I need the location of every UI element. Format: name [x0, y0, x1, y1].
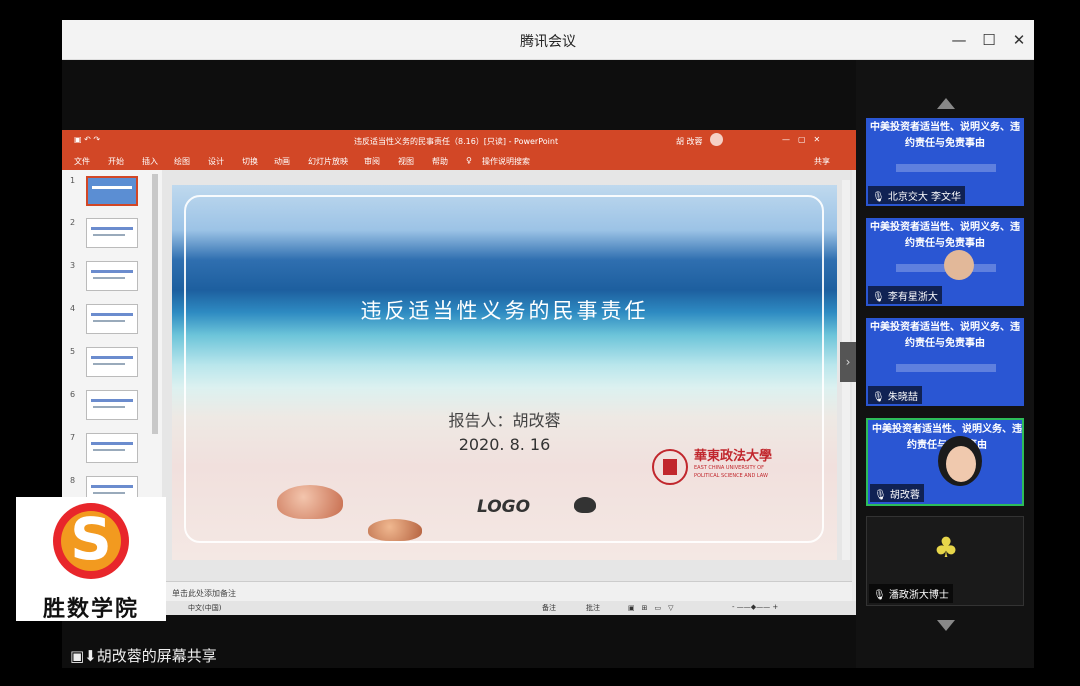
- tile-slide-text: 中美投资者适当性、说明义务、违约责任与免责事由: [870, 222, 1020, 249]
- slide-thumbnail[interactable]: [86, 433, 138, 463]
- view-buttons[interactable]: ▣ ⊞ ▭ ▽: [628, 603, 673, 613]
- participant-name: 🎙 胡改蓉: [870, 484, 924, 502]
- watermark-logo: S 胜数学院: [16, 497, 166, 622]
- university-logo: 華東政法大學 EAST CHINA UNIVERSITY OF POLITICA…: [650, 443, 790, 493]
- slide-number: 8: [70, 476, 76, 485]
- participant-name: 🎙 朱晓喆: [868, 386, 922, 404]
- tab-help[interactable]: 帮助: [432, 156, 448, 167]
- tab-design[interactable]: 设计: [208, 156, 224, 167]
- slide-number: 7: [70, 433, 76, 442]
- participant-tile[interactable]: 中美投资者适当性、说明义务、违约责任与免责事由 🎙 朱晓喆: [866, 318, 1024, 406]
- watermark-text: 胜数学院: [42, 597, 139, 622]
- participant-tile[interactable]: 中美投资者适当性、说明义务、违约责任与免责事由 🎙 李有星浙大: [866, 218, 1024, 306]
- participant-tile[interactable]: 中美投资者适当性、说明义务、违约责任与免责事由 🎙 北京交大 李文华: [866, 118, 1024, 206]
- slide-thumbnail[interactable]: [86, 390, 138, 420]
- save-icon[interactable]: ▣ ↶ ↷: [74, 135, 100, 144]
- tab-slideshow[interactable]: 幻灯片放映: [308, 156, 348, 167]
- microphone-icon: 🎙: [872, 292, 888, 303]
- slide-number: 5: [70, 347, 76, 356]
- scroll-up-icon[interactable]: [937, 98, 955, 109]
- tab-file[interactable]: 文件: [74, 156, 90, 167]
- share-button[interactable]: 共享: [814, 156, 830, 167]
- slide-number: 3: [70, 261, 76, 270]
- avatar: [710, 133, 723, 146]
- tell-me-search[interactable]: 操作说明搜索: [482, 156, 530, 167]
- slide-thumbnail[interactable]: [86, 176, 138, 206]
- university-seal-icon: [652, 449, 688, 485]
- participant-tile[interactable]: ♣ 🎙 潘政浙大博士: [866, 516, 1024, 606]
- shared-screen: ▣ ↶ ↷ 违反适当性义务的民事责任（8.16）[只读] - PowerPoin…: [62, 60, 856, 668]
- tile-slide-subtext: [896, 364, 996, 372]
- shell-decoration: [368, 519, 422, 541]
- tab-review[interactable]: 审阅: [364, 156, 380, 167]
- slide-logo-text: LOGO: [477, 497, 531, 517]
- window-title: 腾讯会议: [520, 34, 576, 50]
- notes-button[interactable]: 备注: [542, 603, 556, 613]
- participants-panel: 中美投资者适当性、说明义务、违约责任与免责事由 🎙 北京交大 李文华 中美投资者…: [856, 60, 1034, 668]
- watermark-letter: S: [70, 505, 112, 573]
- scroll-down-icon[interactable]: [937, 620, 955, 631]
- slide-reporter: 报告人：胡改蓉: [448, 411, 561, 430]
- tab-home[interactable]: 开始: [108, 156, 124, 167]
- minimize-icon[interactable]: —: [946, 28, 972, 52]
- screen-share-label: ▣⬇胡改蓉的屏幕共享: [70, 645, 217, 666]
- collapse-panel-button[interactable]: ›: [840, 342, 856, 382]
- title-bar: 腾讯会议 — ☐ ✕: [62, 20, 1034, 60]
- ppt-ribbon-tabs: 文件 开始 插入 绘图 设计 切换 动画 幻灯片放映 审阅 视图 帮助 ♀ 操作…: [62, 150, 856, 170]
- tab-animations[interactable]: 动画: [274, 156, 290, 167]
- screen-share-text: 胡改蓉的屏幕共享: [96, 647, 217, 665]
- tab-transitions[interactable]: 切换: [242, 156, 258, 167]
- meeting-window: 腾讯会议 — ☐ ✕ ▣ ↶ ↷ 违反适当性义务的民事责任（8.16）[只读] …: [62, 20, 1034, 668]
- university-name-en-1: EAST CHINA UNIVERSITY OF: [694, 465, 764, 471]
- microphone-icon: 🎙: [874, 490, 890, 501]
- participant-name: 🎙 潘政浙大博士: [869, 584, 953, 603]
- maximize-icon[interactable]: ☐: [976, 28, 1002, 52]
- slide-number: 2: [70, 218, 76, 227]
- ppt-title-bar: ▣ ↶ ↷ 违反适当性义务的民事责任（8.16）[只读] - PowerPoin…: [62, 130, 856, 150]
- tile-slide-subtext: [896, 164, 996, 172]
- slide-title: 违反适当性义务的民事责任: [360, 299, 649, 323]
- notes-pane[interactable]: 单击此处添加备注: [162, 581, 852, 601]
- university-name-en-2: POLITICAL SCIENCE AND LAW: [694, 473, 768, 479]
- slide-thumbnail[interactable]: [86, 347, 138, 377]
- microphone-icon: 🎙: [873, 590, 889, 601]
- status-language[interactable]: 中文(中国): [188, 603, 221, 613]
- slide-thumbnail[interactable]: [86, 218, 138, 248]
- slide-number: 6: [70, 390, 76, 399]
- status-bar: 中文(中国) 备注 批注 ▣ ⊞ ▭ ▽ - ——◆—— +: [62, 601, 856, 615]
- slide-editor: 违反适当性义务的民事责任 报告人：胡改蓉 2020. 8. 16 LOGO 華東…: [162, 170, 852, 581]
- participant-name: 🎙 李有星浙大: [868, 286, 942, 304]
- tile-slide-text: 中美投资者适当性、说明义务、违约责任与免责事由: [870, 322, 1020, 349]
- thumbnail-scrollbar[interactable]: [152, 174, 158, 434]
- microphone-icon: 🎙: [872, 192, 888, 203]
- shell-decoration: [277, 485, 343, 519]
- tile-slide-text: 中美投资者适当性、说明义务、违约责任与免责事由: [870, 122, 1020, 149]
- participant-video: [946, 446, 976, 482]
- zoom-slider[interactable]: - ——◆—— +: [732, 603, 778, 611]
- tree-logo-icon: ♣: [933, 531, 959, 564]
- ppt-window-controls[interactable]: — ▢ ✕: [782, 134, 820, 145]
- close-icon[interactable]: ✕: [1006, 28, 1032, 52]
- slide-number: 1: [70, 176, 76, 185]
- participant-name: 🎙 北京交大 李文华: [868, 186, 966, 204]
- slide-thumbnail[interactable]: [86, 304, 138, 334]
- shell-decoration: [574, 497, 596, 513]
- tab-insert[interactable]: 插入: [142, 156, 158, 167]
- screen-share-icon: ▣⬇: [70, 647, 97, 665]
- tab-view[interactable]: 视图: [398, 156, 414, 167]
- current-slide: 违反适当性义务的民事责任 报告人：胡改蓉 2020. 8. 16 LOGO 華東…: [172, 185, 837, 560]
- participant-tile-active[interactable]: 中美投资者适当性、说明义务、违约责任与免责事由 🎙 胡改蓉: [866, 418, 1024, 506]
- lightbulb-icon: ♀: [466, 156, 472, 165]
- comments-button[interactable]: 批注: [586, 603, 600, 613]
- ppt-doc-title: 违反适当性义务的民事责任（8.16）[只读] - PowerPoint: [354, 137, 559, 146]
- participant-video: [944, 250, 974, 280]
- university-name-cn: 華東政法大學: [694, 449, 773, 464]
- microphone-icon: 🎙: [872, 392, 888, 403]
- ppt-user-name: 胡 改蓉: [676, 137, 703, 146]
- slide-thumbnail[interactable]: [86, 261, 138, 291]
- slide-number: 4: [70, 304, 76, 313]
- tab-draw[interactable]: 绘图: [174, 156, 190, 167]
- powerpoint-window: ▣ ↶ ↷ 违反适当性义务的民事责任（8.16）[只读] - PowerPoin…: [62, 130, 856, 615]
